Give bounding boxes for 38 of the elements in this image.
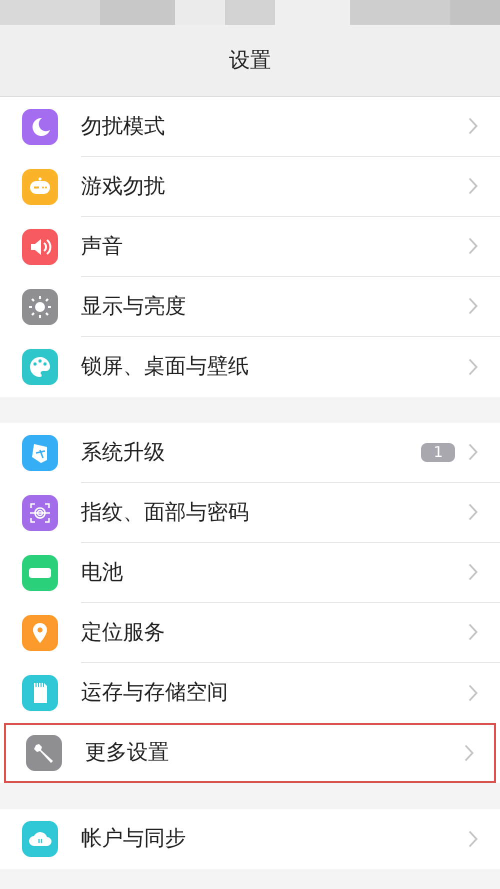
settings-row[interactable]: 运存与存储空间	[0, 663, 500, 723]
row-label: 运存与存储空间	[81, 679, 229, 706]
chevron-right-icon	[469, 624, 478, 641]
row-label: 声音	[81, 232, 124, 260]
settings-row[interactable]: 电池	[0, 543, 500, 603]
count-badge: 1	[421, 443, 455, 462]
row-label: 定位服务	[81, 618, 166, 646]
row-label: 系统升级	[81, 438, 166, 466]
row-label: 指纹、面部与密码	[81, 498, 250, 526]
chevron-right-icon	[469, 444, 478, 461]
settings-row[interactable]: 指纹、面部与密码	[0, 483, 500, 543]
settings-row[interactable]: 游戏勿扰	[0, 157, 500, 217]
settings-row[interactable]: 更多设置	[4, 723, 496, 783]
chevron-right-icon	[469, 358, 478, 376]
chevron-right-icon	[469, 118, 478, 135]
row-label: 帐户与同步	[81, 825, 187, 852]
settings-row[interactable]: 帐户与同步	[0, 809, 500, 869]
row-label: 显示与亮度	[81, 292, 187, 320]
settings-row[interactable]: 显示与亮度	[0, 277, 500, 337]
settings-row[interactable]: 声音	[0, 217, 500, 277]
settings-row[interactable]: 系统升级 1	[0, 423, 500, 483]
page-title: 设置	[229, 46, 271, 74]
chevron-right-icon	[469, 238, 478, 255]
chevron-right-icon	[469, 504, 478, 521]
row-label: 勿扰模式	[81, 112, 166, 140]
row-label: 游戏勿扰	[81, 172, 166, 200]
row-label: 更多设置	[85, 739, 170, 766]
settings-row[interactable]: 勿扰模式	[0, 97, 500, 157]
row-label: 电池	[81, 558, 124, 586]
chevron-right-icon	[469, 564, 478, 581]
settings-row[interactable]: 定位服务	[0, 603, 500, 663]
row-label: 锁屏、桌面与壁纸	[81, 353, 250, 380]
chevron-right-icon	[469, 298, 478, 315]
settings-row[interactable]: 锁屏、桌面与壁纸	[0, 337, 500, 397]
chevron-right-icon	[469, 830, 478, 848]
chevron-right-icon	[465, 744, 474, 762]
chevron-right-icon	[469, 684, 478, 702]
chevron-right-icon	[469, 178, 478, 195]
